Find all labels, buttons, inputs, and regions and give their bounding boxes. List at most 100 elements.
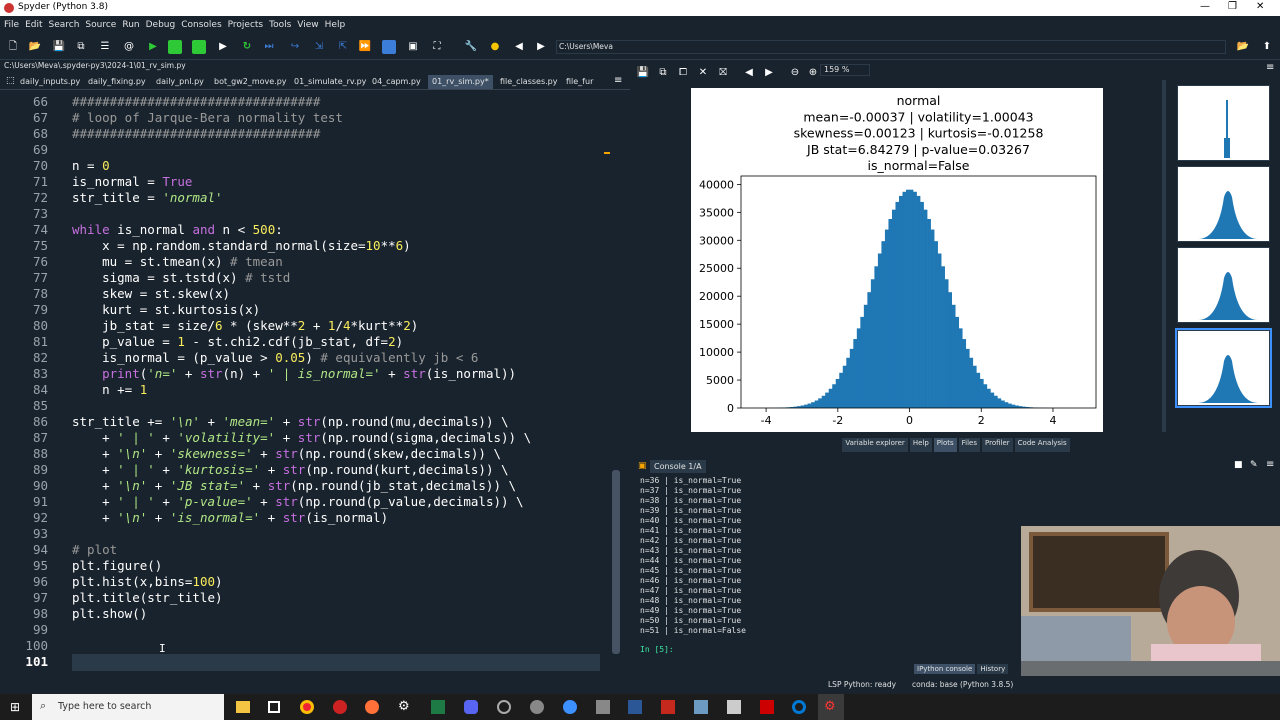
code-line[interactable]: + ' | ' + 'volatility=' + str(np.round(s… xyxy=(72,430,531,445)
app-icon[interactable] xyxy=(497,700,511,714)
menu-item-edit[interactable]: Edit xyxy=(25,20,42,30)
code-line[interactable]: x = np.random.standard_normal(size=10**6… xyxy=(72,238,411,253)
zoom-level-field[interactable]: 159 % xyxy=(820,64,870,76)
plot-thumbnail[interactable] xyxy=(1177,166,1270,242)
code-line[interactable]: plt.title(str_title) xyxy=(72,590,223,605)
store-icon[interactable] xyxy=(268,701,280,713)
editor-scrollbar[interactable] xyxy=(612,470,620,654)
calculator-icon[interactable] xyxy=(727,700,741,714)
app-icon[interactable] xyxy=(333,700,347,714)
browse-tabs-icon[interactable]: ⬚ xyxy=(6,76,15,86)
at-icon[interactable]: @ xyxy=(122,40,136,54)
code-line[interactable]: str_title = 'normal' xyxy=(72,190,223,205)
windows-start-icon[interactable]: ⊞ xyxy=(10,700,20,714)
pane-tab-code-analysis[interactable]: Code Analysis xyxy=(1014,438,1070,452)
remove-all-plots-icon[interactable]: ⛝ xyxy=(716,66,730,80)
plots-options-icon[interactable]: ≡ xyxy=(1266,62,1274,73)
code-line[interactable]: kurt = st.kurtosis(x) xyxy=(72,302,260,317)
menu-item-debug[interactable]: Debug xyxy=(146,20,176,30)
zoom-in-icon[interactable]: ⊕ xyxy=(806,66,820,80)
menu-item-projects[interactable]: Projects xyxy=(228,20,263,30)
editor-tab[interactable]: 01_rv_sim.py* xyxy=(428,75,493,89)
code-line[interactable]: skew = st.skew(x) xyxy=(72,286,230,301)
code-line[interactable]: str_title += '\n' + 'mean=' + str(np.rou… xyxy=(72,414,509,429)
console-prompt[interactable]: In [5]: xyxy=(640,645,674,654)
run-icon[interactable]: ▶ xyxy=(146,40,160,54)
editor-tab[interactable]: 01_simulate_rv.py xyxy=(290,75,370,89)
app-icon[interactable] xyxy=(792,700,806,714)
plot-thumbnail[interactable] xyxy=(1177,85,1270,161)
debug-icon[interactable]: ⏭ xyxy=(262,40,276,54)
previous-plot-icon[interactable]: ◀ xyxy=(742,66,756,80)
next-plot-icon[interactable]: ▶ xyxy=(762,66,776,80)
code-line[interactable]: ################################# xyxy=(72,94,320,109)
close-button[interactable]: ✕ xyxy=(1256,1,1264,12)
pane-tab-profiler[interactable]: Profiler xyxy=(982,438,1013,452)
menu-item-source[interactable]: Source xyxy=(85,20,116,30)
forward-arrow-icon[interactable]: ▶ xyxy=(534,40,548,54)
new-file-icon[interactable]: 🗋 xyxy=(6,40,20,54)
code-line[interactable]: is_normal = (p_value > 0.05) # equivalen… xyxy=(72,350,478,365)
pane-tab-files[interactable]: Files xyxy=(958,438,980,452)
code-line[interactable]: n += 1 xyxy=(72,382,147,397)
run-selection-icon[interactable]: ▶ xyxy=(216,40,230,54)
code-line[interactable]: plt.figure() xyxy=(72,558,162,573)
history-tab[interactable]: History xyxy=(977,664,1009,674)
save-icon[interactable]: 💾 xyxy=(52,40,66,54)
code-line[interactable]: plt.hist(x,bins=100) xyxy=(72,574,223,589)
discord-icon[interactable] xyxy=(464,700,478,714)
app-icon[interactable] xyxy=(596,700,610,714)
code-line[interactable]: + '\n' + 'skewness=' + str(np.round(skew… xyxy=(72,446,501,461)
zoom-out-icon[interactable]: ⊖ xyxy=(788,66,802,80)
code-line[interactable]: # plot xyxy=(72,542,117,557)
back-arrow-icon[interactable]: ◀ xyxy=(512,40,526,54)
rerun-icon[interactable]: ↻ xyxy=(240,40,254,54)
wrench-icon[interactable]: 🔧 xyxy=(464,40,478,54)
firefox-icon[interactable] xyxy=(365,700,379,714)
code-line[interactable]: while is_normal and n < 500: xyxy=(72,222,283,237)
code-line[interactable]: jb_stat = size/6 * (skew**2 + 1/4*kurt**… xyxy=(72,318,418,333)
ipython-console-tab[interactable]: IPython console xyxy=(914,664,976,674)
pane-tab-plots[interactable]: Plots xyxy=(933,438,957,452)
copy-plot-icon[interactable]: ⧠ xyxy=(676,66,690,80)
run-cell-icon[interactable] xyxy=(168,40,182,54)
editor-tab[interactable]: bot_gw2_move.py xyxy=(210,75,291,89)
code-line[interactable]: is_normal = True xyxy=(72,174,192,189)
remove-plot-icon[interactable]: ✕ xyxy=(696,66,710,80)
open-file-icon[interactable]: 📂 xyxy=(28,40,42,54)
console-tab[interactable]: Console 1/A xyxy=(650,460,706,473)
code-line[interactable]: print('n=' + str(n) + ' | is_normal=' + … xyxy=(72,366,516,381)
acrobat-icon[interactable] xyxy=(760,700,774,714)
clear-console-icon[interactable]: ✎ xyxy=(1250,460,1258,470)
code-line[interactable]: # loop of Jarque-Bera normality test xyxy=(72,110,343,125)
parent-dir-icon[interactable]: ⬆ xyxy=(1260,40,1274,54)
editor-tab[interactable]: 04_capm.py xyxy=(368,75,425,89)
app-icon[interactable] xyxy=(694,700,708,714)
menu-item-help[interactable]: Help xyxy=(325,20,346,30)
fullscreen-icon[interactable]: ⛶ xyxy=(430,40,444,54)
code-line[interactable]: + ' | ' + 'p-value=' + str(np.round(p_va… xyxy=(72,494,523,509)
python-path-icon[interactable]: ● xyxy=(488,40,502,54)
code-line[interactable]: + '\n' + 'is_normal=' + str(is_normal) xyxy=(72,510,388,525)
code-line[interactable]: ################################# xyxy=(72,126,320,141)
code-line[interactable]: mu = st.tmean(x) # tmean xyxy=(72,254,283,269)
chrome-icon[interactable] xyxy=(300,700,314,714)
code-line[interactable]: n = 0 xyxy=(72,158,110,173)
menu-item-tools[interactable]: Tools xyxy=(269,20,291,30)
code-line[interactable]: plt.show() xyxy=(72,606,147,621)
editor-tab[interactable]: daily_pnl.py xyxy=(152,75,208,89)
save-all-icon[interactable]: ⧉ xyxy=(74,40,88,54)
run-cell-advance-icon[interactable] xyxy=(192,40,206,54)
maximize-button[interactable]: ❐ xyxy=(1228,1,1237,12)
code-editor[interactable]: 66 ################################# 67 # l… xyxy=(0,92,622,672)
step-icon[interactable]: ↪ xyxy=(288,40,302,54)
vpn-icon[interactable] xyxy=(563,700,577,714)
code-line[interactable]: + '\n' + 'JB stat=' + str(np.round(jb_st… xyxy=(72,478,516,493)
editor-options-icon[interactable]: ≡ xyxy=(614,75,622,86)
browse-folder-icon[interactable]: 📂 xyxy=(1236,40,1250,54)
maximize-pane-icon[interactable]: ▣ xyxy=(406,40,420,54)
file-explorer-icon[interactable] xyxy=(236,701,250,713)
editor-tab[interactable]: file_classes.py xyxy=(496,75,562,89)
list-icon[interactable]: ☰ xyxy=(98,40,112,54)
menu-item-run[interactable]: Run xyxy=(122,20,139,30)
